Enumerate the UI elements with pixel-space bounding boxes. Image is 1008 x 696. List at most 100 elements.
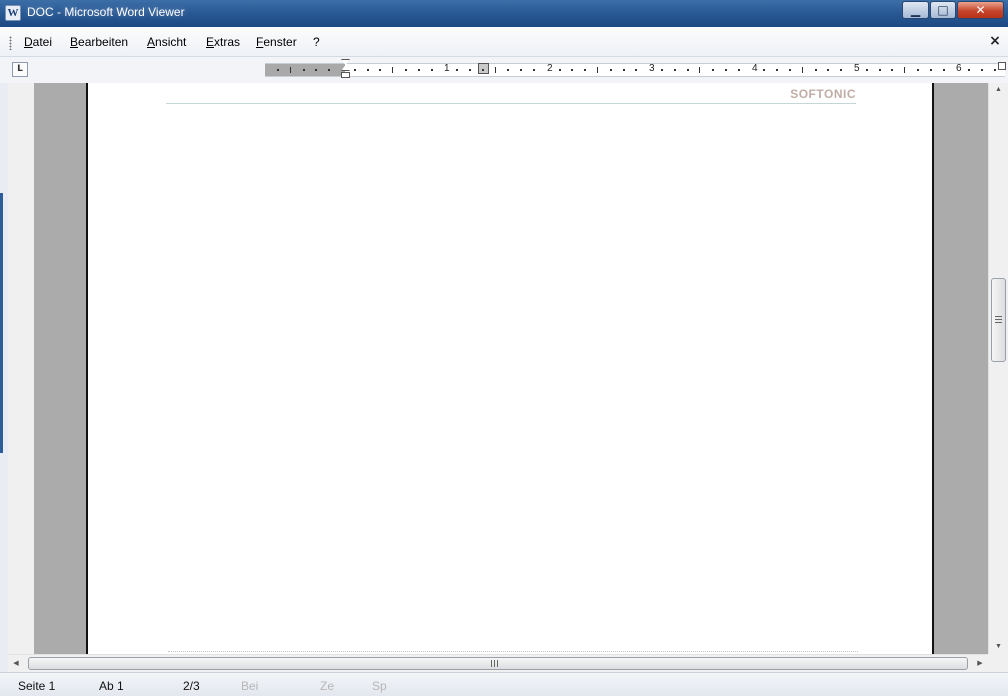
ruler-tick (431, 69, 433, 71)
window-title: DOC - Microsoft Word Viewer (27, 5, 185, 19)
ruler-tick (879, 69, 881, 71)
grip-icon (491, 660, 498, 667)
status-page: Seite 1 (18, 679, 56, 693)
ruler-tick (917, 69, 919, 71)
ruler-tick (392, 67, 393, 73)
ruler-tick (303, 69, 305, 71)
ruler-tick (456, 69, 458, 71)
menu-ansicht[interactable]: Ansicht (147, 35, 186, 49)
ruler-tick (904, 67, 905, 73)
ruler-tick (930, 69, 932, 71)
page-footer-line (168, 651, 858, 653)
status-page-count: 2/3 (183, 679, 200, 693)
maximize-button[interactable]: □ (930, 1, 956, 19)
ruler-tick (763, 69, 765, 71)
menu-extras[interactable]: Extras (206, 35, 240, 49)
ruler-tick (687, 69, 689, 71)
ruler-tick (482, 69, 484, 71)
ruler-number: 2 (547, 63, 553, 74)
ruler-tick (610, 69, 612, 71)
ruler-tick (418, 69, 420, 71)
ruler-row: L 1 2 3 4 5 6 (0, 57, 1008, 83)
maximize-icon: □ (937, 3, 949, 17)
document-area[interactable]: SOFTONIC (8, 83, 988, 654)
ruler-right-indent[interactable] (998, 62, 1006, 70)
horizontal-ruler[interactable]: 1 2 3 4 5 6 (265, 59, 1006, 78)
status-section: Ab 1 (99, 679, 124, 693)
tab-selector-button[interactable]: L (12, 62, 28, 77)
menu-bar: Datei Bearbeiten Ansicht Extras Fenster … (0, 27, 1008, 57)
menu-datei[interactable]: Datei (24, 35, 52, 49)
window-frame-left (0, 83, 8, 672)
ruler-tick (802, 67, 803, 73)
frame-accent (0, 193, 3, 453)
ruler-indent-marker[interactable] (341, 59, 350, 81)
minimize-button[interactable]: ▁ (902, 1, 929, 19)
ruler-tick (674, 69, 676, 71)
ruler-tick (866, 69, 868, 71)
menu-help[interactable]: ? (313, 35, 320, 49)
ruler-tick (994, 69, 996, 71)
ruler-tick (379, 69, 381, 71)
ruler-tick (507, 69, 509, 71)
menu-bearbeiten[interactable]: Bearbeiten (70, 35, 128, 49)
ruler-tick (559, 69, 561, 71)
status-bar: Seite 1 Ab 1 2/3 Bei Ze Sp (0, 672, 1008, 696)
ruler-tick (661, 69, 663, 71)
document-edge (8, 83, 34, 654)
ruler-tick (533, 69, 535, 71)
ruler-tick (699, 67, 700, 73)
ruler-tick (738, 69, 740, 71)
status-line: Ze (320, 679, 335, 693)
status-position: Bei (241, 679, 259, 693)
ruler-tick (328, 69, 330, 71)
close-icon: ✕ (975, 3, 986, 17)
close-document-button[interactable]: × (988, 33, 1002, 49)
left-indent-handle[interactable] (341, 72, 350, 78)
first-line-indent-handle[interactable] (341, 59, 350, 71)
ruler-tick (789, 69, 791, 71)
ruler-tick (712, 69, 714, 71)
ruler-tick (840, 69, 842, 71)
ruler-tick (277, 69, 279, 71)
ruler-tick (776, 69, 778, 71)
menu-fenster[interactable]: Fenster (256, 35, 297, 49)
scroll-right-button[interactable]: ▶ (972, 655, 988, 672)
ruler-number: 1 (444, 63, 450, 74)
ruler-tick (943, 69, 945, 71)
ruler-tick (725, 69, 727, 71)
horizontal-scrollbar[interactable]: ◀ ▶ (8, 654, 988, 672)
ruler-tick (623, 69, 625, 71)
scroll-left-button[interactable]: ◀ (8, 655, 24, 672)
ruler-tick (891, 69, 893, 71)
ruler-tick (571, 69, 573, 71)
ruler-tick (981, 69, 983, 71)
title-bar: W DOC - Microsoft Word Viewer ▁ □ ✕ (0, 0, 1008, 27)
ruler-tick (354, 69, 356, 71)
grip-icon (995, 316, 1002, 323)
ruler-tick (635, 69, 637, 71)
ruler-number: 6 (956, 63, 962, 74)
status-column: Sp (372, 679, 387, 693)
ruler-tick (290, 67, 291, 73)
scroll-down-button[interactable]: ▼ (989, 640, 1008, 654)
ruler-tick (367, 69, 369, 71)
scrollbar-corner (988, 654, 1008, 672)
toolbar-grip[interactable] (9, 36, 12, 50)
ruler-tick (469, 69, 471, 71)
word-viewer-app-icon[interactable]: W (5, 5, 21, 21)
vertical-scrollbar[interactable]: ▲ ▼ (988, 83, 1008, 654)
scroll-up-button[interactable]: ▲ (989, 83, 1008, 97)
close-window-button[interactable]: ✕ (957, 1, 1004, 19)
ruler-tick (968, 69, 970, 71)
vertical-scroll-thumb[interactable] (991, 278, 1006, 362)
ruler-tick (405, 69, 407, 71)
ruler-tick (597, 67, 598, 73)
page-header: SOFTONIC (166, 87, 856, 104)
minimize-icon: ▁ (910, 3, 921, 17)
document-page[interactable]: SOFTONIC (86, 83, 934, 654)
ruler-tick (315, 69, 317, 71)
ruler-tick (520, 69, 522, 71)
horizontal-scroll-thumb[interactable] (28, 657, 968, 670)
ruler-tick (815, 69, 817, 71)
